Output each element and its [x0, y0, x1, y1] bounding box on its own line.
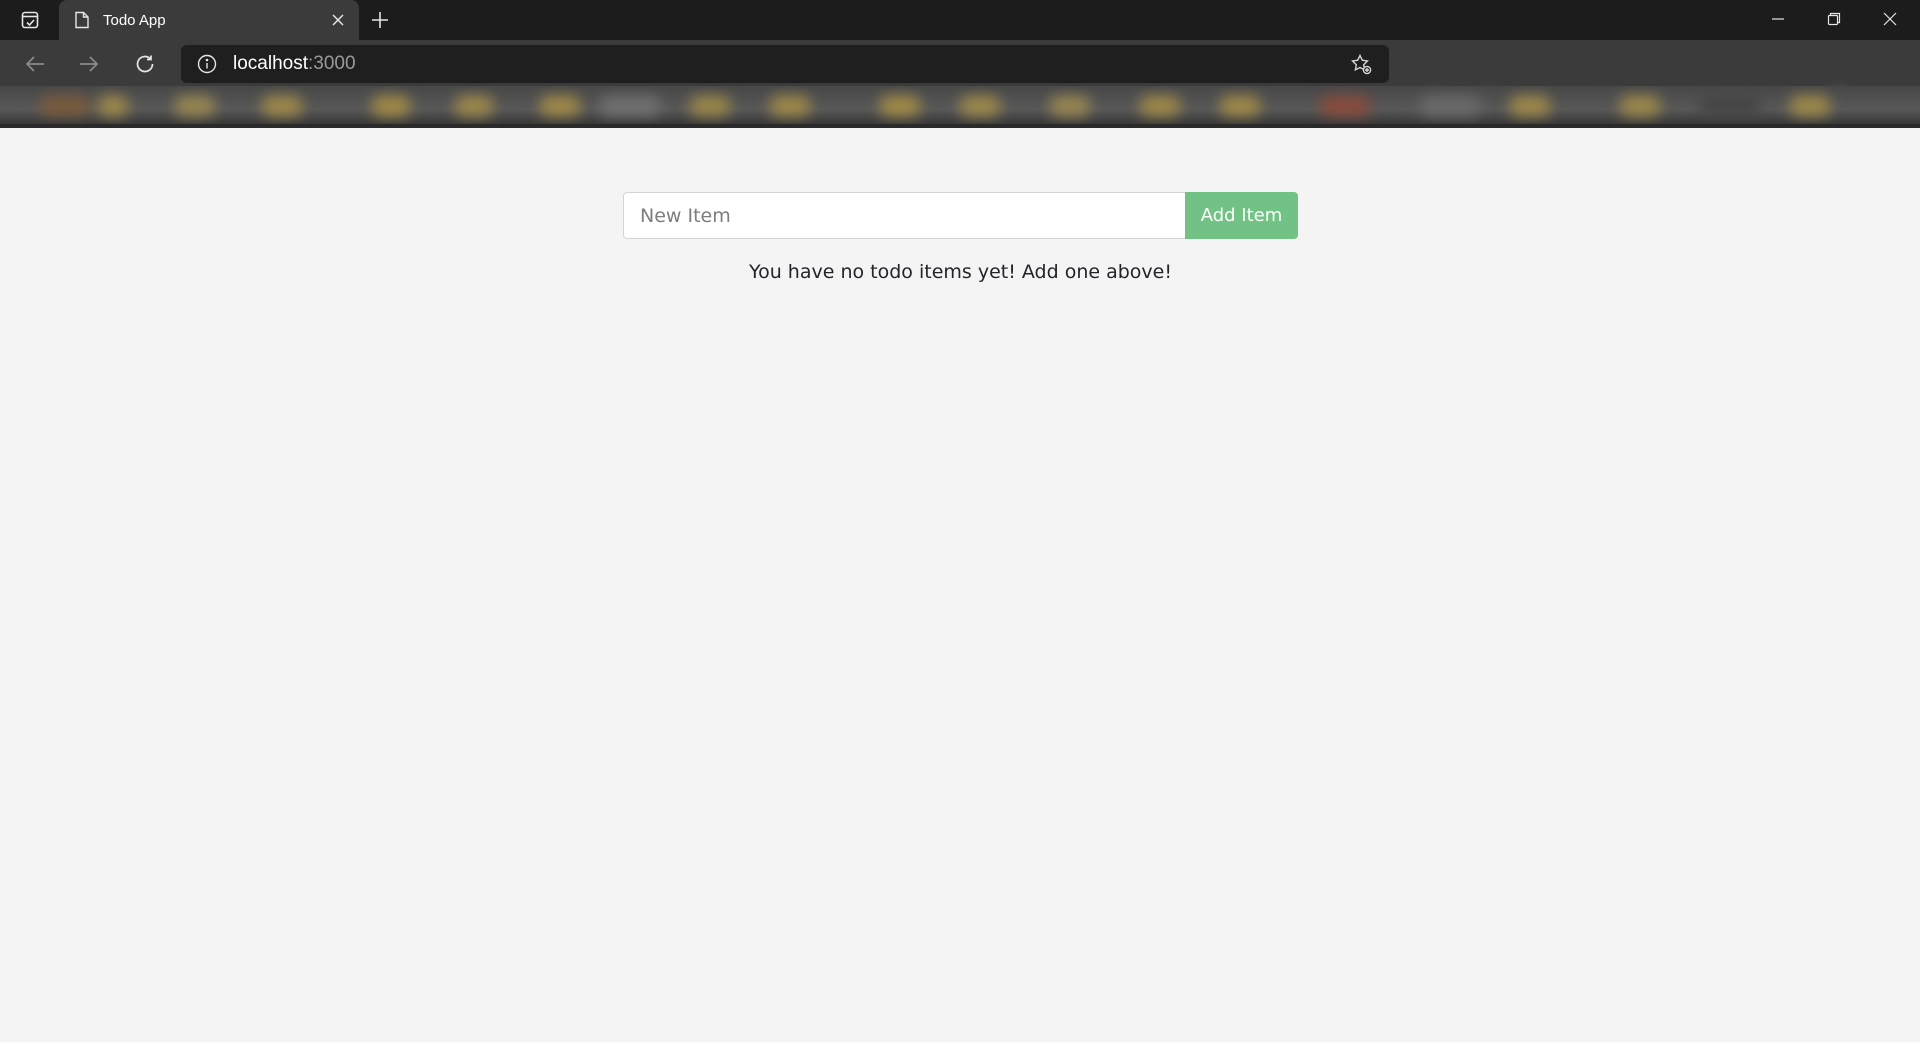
browser-tab[interactable]: Todo App — [59, 0, 359, 40]
page-icon — [73, 11, 91, 29]
new-item-input[interactable] — [623, 192, 1185, 239]
bookmark-item[interactable] — [540, 96, 580, 116]
tab-title: Todo App — [103, 11, 166, 29]
plus-icon[interactable] — [366, 7, 394, 33]
bookmark-item[interactable] — [1140, 96, 1180, 116]
empty-state-message: You have no todo items yet! Add one abov… — [749, 261, 1172, 283]
bookmark-item[interactable] — [262, 96, 302, 116]
bookmark-item[interactable] — [880, 96, 920, 116]
add-item-button[interactable]: Add Item — [1185, 192, 1298, 239]
address-bar[interactable]: localhost:3000 — [181, 45, 1389, 83]
bookmark-item[interactable] — [960, 96, 1000, 116]
bookmark-item[interactable] — [690, 96, 730, 116]
url-host: localhost — [233, 53, 308, 74]
bookmark-item[interactable] — [175, 96, 215, 116]
browser-titlebar: Todo App — [0, 0, 1920, 40]
bookmark-item[interactable] — [1420, 96, 1480, 116]
close-icon[interactable] — [1862, 0, 1918, 38]
bookmark-item[interactable] — [600, 96, 660, 116]
restore-icon[interactable] — [1806, 0, 1862, 38]
tab-actions-icon[interactable] — [14, 8, 46, 32]
arrow-left-icon[interactable] — [18, 48, 52, 80]
bookmark-item[interactable] — [1220, 96, 1260, 116]
arrow-right-icon[interactable] — [72, 48, 106, 80]
address-url: localhost:3000 — [233, 53, 1347, 75]
bookmark-item[interactable] — [1620, 96, 1660, 116]
bookmark-item[interactable] — [1320, 96, 1370, 116]
bookmark-item[interactable] — [1050, 96, 1090, 116]
star-add-icon[interactable] — [1347, 50, 1375, 78]
url-port: :3000 — [308, 53, 356, 74]
bookmark-item[interactable] — [770, 96, 810, 116]
close-icon[interactable] — [327, 9, 349, 31]
bookmark-item[interactable] — [455, 96, 493, 116]
info-icon[interactable] — [196, 53, 218, 75]
browser-toolbar: localhost:3000 — [0, 40, 1920, 118]
bookmark-item[interactable] — [40, 96, 90, 116]
page-content: Add Item You have no todo items yet! Add… — [0, 128, 1920, 1042]
bookmark-item[interactable] — [372, 96, 410, 116]
bookmarks-bar — [0, 86, 1920, 128]
minimize-icon[interactable] — [1750, 0, 1806, 38]
bookmark-item[interactable] — [1510, 96, 1550, 116]
new-item-form: Add Item — [623, 192, 1298, 239]
bookmark-item[interactable] — [1790, 96, 1830, 116]
bookmark-item[interactable] — [1700, 96, 1760, 116]
bookmark-item[interactable] — [98, 96, 128, 116]
reload-icon[interactable] — [128, 48, 162, 80]
